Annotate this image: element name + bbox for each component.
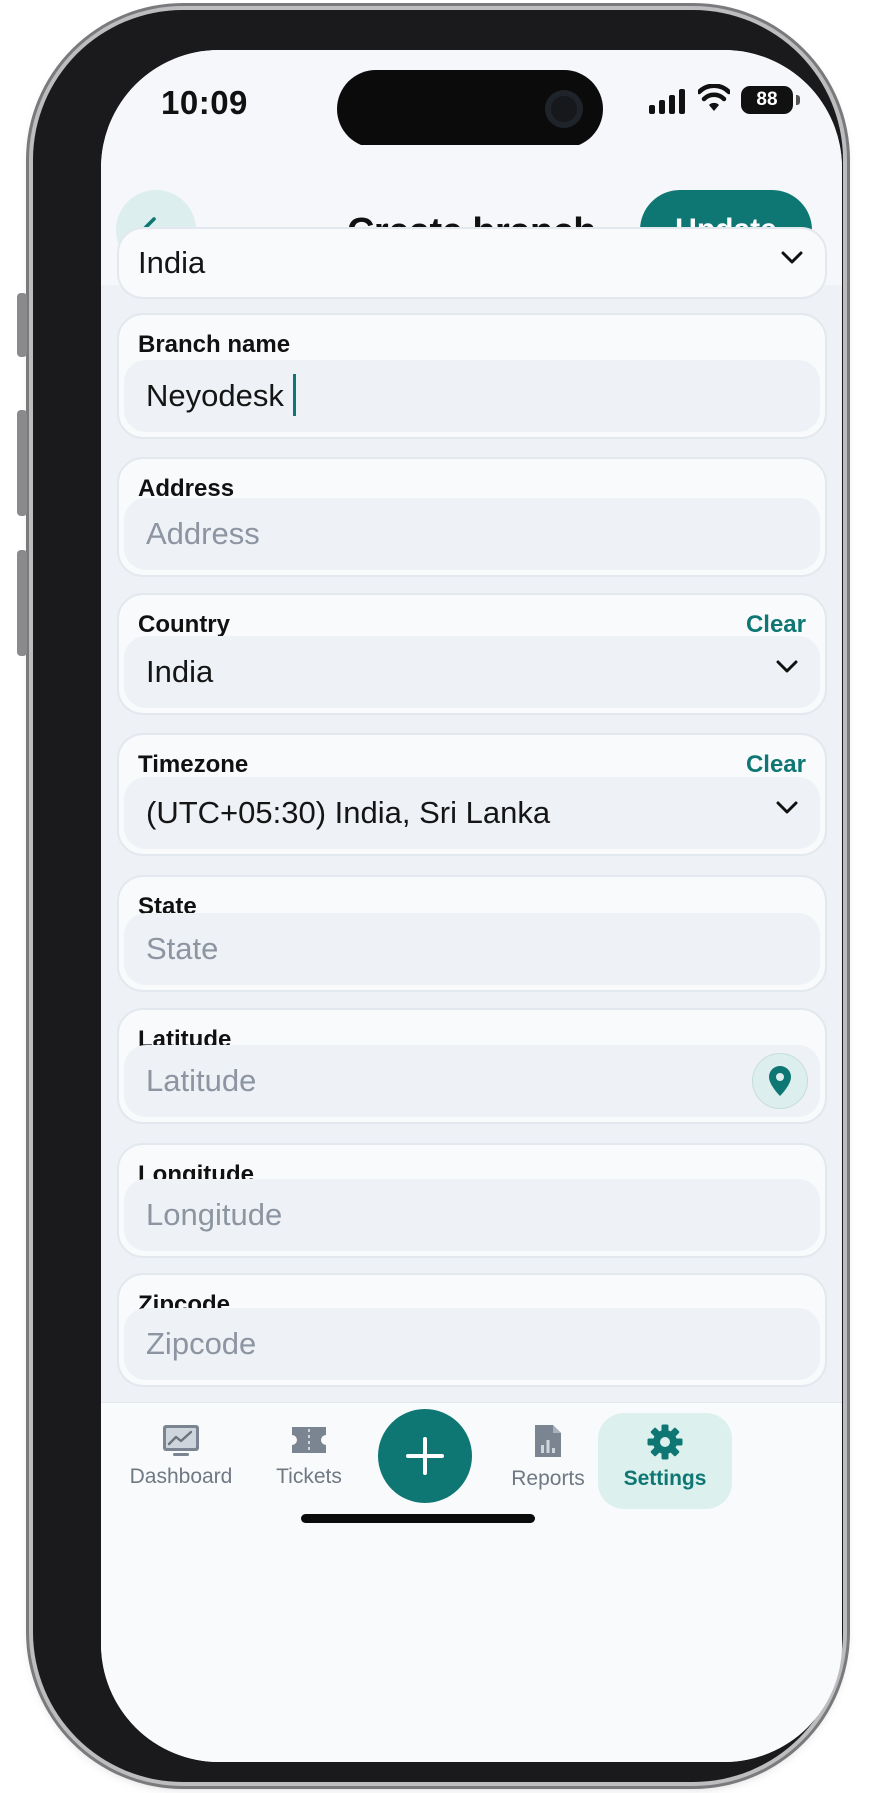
timezone-select[interactable]: (UTC+05:30) India, Sri Lanka xyxy=(124,777,820,849)
camera-icon xyxy=(545,90,583,128)
country-card: Country Clear India xyxy=(117,593,827,715)
state-input[interactable]: State xyxy=(124,913,820,985)
volume-down-button xyxy=(17,550,27,656)
bottom-tab-bar: Dashboard Tickets Reports Settings xyxy=(101,1402,842,1762)
latitude-placeholder: Latitude xyxy=(146,1063,257,1098)
address-placeholder: Address xyxy=(146,516,260,551)
zipcode-card: Zipcode Zipcode xyxy=(117,1273,827,1387)
wifi-icon xyxy=(698,84,730,111)
add-button[interactable] xyxy=(378,1409,472,1503)
country-clear-button[interactable]: Clear xyxy=(746,611,806,639)
tab-settings-label: Settings xyxy=(623,1467,707,1490)
branch-name-input[interactable]: Neyodesk xyxy=(124,360,820,432)
longitude-input[interactable]: Longitude xyxy=(124,1179,820,1251)
status-time: 10:09 xyxy=(161,84,248,121)
tab-tickets-label: Tickets xyxy=(276,1465,342,1488)
action-button xyxy=(17,293,27,357)
screen: 10:09 88 Create branch Update xyxy=(101,50,842,1762)
phone-frame: 10:09 88 Create branch Update xyxy=(17,10,843,1782)
latitude-card: Latitude Latitude xyxy=(117,1008,827,1124)
longitude-card: Longitude Longitude xyxy=(117,1143,827,1258)
branch-name-value: Neyodesk xyxy=(146,378,284,413)
tab-dashboard-label: Dashboard xyxy=(129,1465,233,1488)
tab-settings[interactable]: Settings xyxy=(598,1413,732,1509)
timezone-value: (UTC+05:30) India, Sri Lanka xyxy=(146,795,551,830)
timezone-clear-button[interactable]: Clear xyxy=(746,751,806,779)
country-label: Country xyxy=(138,611,230,638)
country-value: India xyxy=(146,654,214,689)
tab-reports-label: Reports xyxy=(511,1467,585,1490)
timezone-card: Timezone Clear (UTC+05:30) India, Sri La… xyxy=(117,733,827,856)
tab-settings-content: Settings xyxy=(598,1413,732,1491)
state-placeholder: State xyxy=(146,931,219,966)
location-pin-icon xyxy=(769,1066,791,1096)
branch-name-label: Branch name xyxy=(138,331,291,358)
volume-up-button xyxy=(17,410,27,516)
address-input[interactable]: Address xyxy=(124,498,820,570)
tab-dashboard[interactable]: Dashboard xyxy=(125,1423,237,1533)
top-country-select[interactable]: India xyxy=(117,227,827,299)
zipcode-input[interactable]: Zipcode xyxy=(124,1308,820,1380)
battery-tip xyxy=(796,95,800,105)
dashboard-icon xyxy=(163,1425,199,1456)
country-select[interactable]: India xyxy=(124,636,820,708)
ticket-icon xyxy=(292,1427,326,1453)
report-icon xyxy=(535,1425,561,1457)
state-card: State State xyxy=(117,875,827,992)
signal-icon xyxy=(649,88,685,114)
battery-indicator: 88 xyxy=(741,86,793,114)
address-card: Address Address xyxy=(117,457,827,577)
home-indicator[interactable] xyxy=(301,1514,535,1523)
status-bar: 10:09 88 xyxy=(101,50,842,148)
branch-name-card: Branch name Neyodesk xyxy=(117,313,827,439)
zipcode-placeholder: Zipcode xyxy=(146,1326,257,1361)
branch-name-value-wrap: Neyodesk xyxy=(146,360,296,432)
chevron-down-icon xyxy=(776,660,798,673)
gear-icon xyxy=(647,1424,683,1460)
text-caret xyxy=(292,373,296,416)
chevron-down-icon xyxy=(781,251,803,264)
top-select-value: India xyxy=(138,245,206,280)
latitude-input[interactable]: Latitude xyxy=(124,1045,820,1117)
longitude-placeholder: Longitude xyxy=(146,1197,283,1232)
chevron-down-icon xyxy=(776,801,798,814)
plus-icon xyxy=(406,1437,444,1475)
timezone-label: Timezone xyxy=(138,751,249,778)
location-pin-button[interactable] xyxy=(752,1053,808,1109)
dynamic-island xyxy=(337,70,603,148)
